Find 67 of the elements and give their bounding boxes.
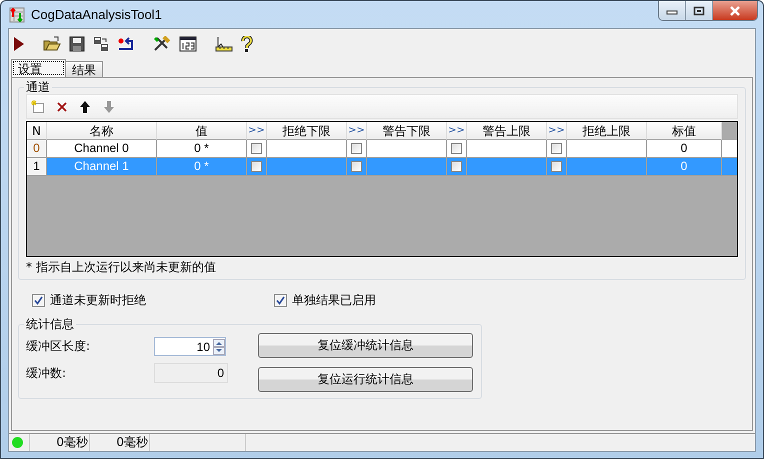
delete-icon[interactable] [57, 102, 67, 112]
checkbox[interactable] [451, 143, 462, 154]
checkbox[interactable] [551, 143, 562, 154]
column-header[interactable]: 警告下限 [367, 122, 447, 140]
save-icon[interactable] [69, 36, 85, 52]
checkbox[interactable] [351, 143, 362, 154]
column-header[interactable]: >> [247, 122, 267, 140]
status-text: 0毫秒 [56, 434, 88, 451]
table-cell: 0 * [157, 158, 247, 175]
column-header[interactable]: 拒绝下限 [267, 122, 347, 140]
checkbox-label[interactable]: 通道未更新时拒绝 [50, 292, 146, 309]
column-header[interactable]: 标值 [647, 122, 722, 140]
column-header[interactable]: N [27, 122, 47, 140]
run-icon[interactable] [13, 36, 25, 52]
close-button[interactable] [713, 1, 757, 20]
help-icon[interactable] [241, 36, 253, 52]
row-number: 0 [27, 140, 47, 157]
checkbox[interactable] [251, 161, 262, 172]
column-header[interactable]: >> [547, 122, 567, 140]
tab[interactable]: 结果 [65, 61, 103, 77]
checkbox[interactable] [351, 161, 362, 172]
field-label: 缓冲数: [26, 364, 68, 382]
row-number: 1 [27, 158, 47, 175]
ruler-icon[interactable] [215, 36, 233, 52]
checkbox[interactable] [451, 161, 462, 172]
number-spinner[interactable]: 10 [154, 337, 226, 356]
column-header[interactable]: 名称 [47, 122, 157, 140]
table-cell: 0 * [157, 140, 247, 157]
column-header[interactable]: >> [447, 122, 467, 140]
table-row[interactable]: 0 Channel 0 0 * 0 [27, 140, 737, 158]
table-cell: Channel 0 [47, 140, 157, 157]
window-title: CogDataAnalysisTool1 [31, 7, 162, 22]
save-as-icon[interactable] [93, 36, 109, 52]
column-header[interactable]: >> [347, 122, 367, 140]
maximize-icon [693, 6, 705, 16]
column-header[interactable]: 值 [157, 122, 247, 140]
down-arrow-icon[interactable] [103, 100, 115, 114]
app-icon [9, 6, 25, 22]
tools-icon[interactable] [153, 36, 171, 52]
footnote: * 指示自上次运行以来尚未更新的值 [26, 259, 217, 276]
group-title: 通道 [25, 80, 51, 94]
status-text: 0毫秒 [116, 434, 148, 451]
tab[interactable]: 设置 [11, 59, 66, 77]
table-cell: Channel 1 [47, 158, 157, 175]
column-header[interactable]: 拒绝上限 [567, 122, 647, 140]
maximize-button[interactable] [686, 1, 713, 20]
checkbox[interactable] [551, 161, 562, 172]
table-row[interactable]: 1 Channel 1 0 * 0 [27, 158, 737, 176]
up-arrow-icon[interactable] [79, 100, 91, 114]
open-folder-icon[interactable] [43, 36, 61, 52]
add-icon[interactable] [31, 100, 45, 114]
table-cell: 0 [647, 158, 722, 175]
checkbox[interactable] [251, 143, 262, 154]
table-cell: 0 [647, 140, 722, 157]
group-title: 统计信息 [25, 317, 75, 331]
readonly-field: 0 [154, 363, 228, 383]
reset-button[interactable]: 复位运行统计信息 [258, 367, 473, 392]
checkbox[interactable] [32, 294, 45, 307]
import-icon[interactable] [117, 36, 135, 52]
checkbox[interactable] [274, 294, 287, 307]
column-header[interactable]: 警告上限 [467, 122, 547, 140]
reset-button[interactable]: 复位缓冲统计信息 [258, 333, 473, 358]
minimize-button[interactable] [659, 1, 686, 20]
field-label: 缓冲区长度: [26, 338, 92, 355]
display-icon[interactable] [179, 36, 197, 52]
checkbox-label[interactable]: 单独结果已启用 [292, 292, 376, 309]
close-icon [728, 6, 742, 16]
